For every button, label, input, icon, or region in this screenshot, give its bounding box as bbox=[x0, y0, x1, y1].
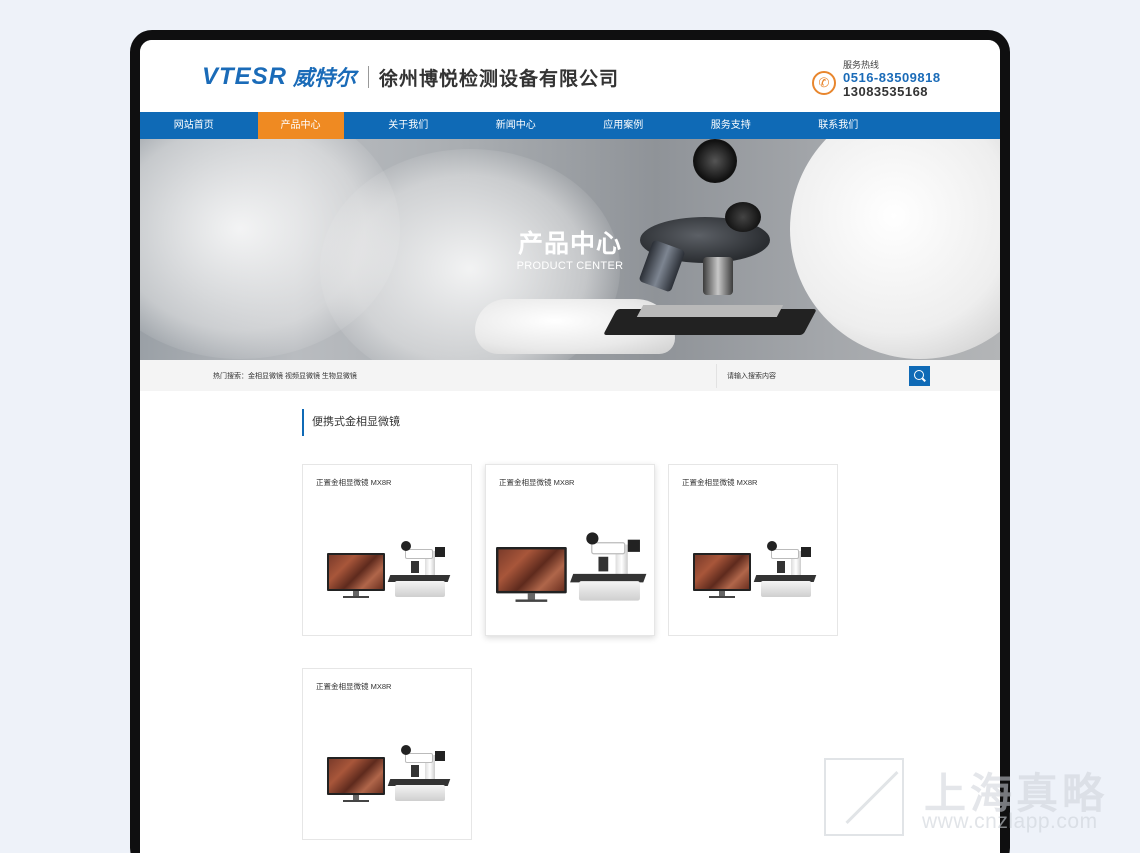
logo-divider bbox=[368, 66, 370, 88]
logo-cn: 威特尔 bbox=[293, 67, 357, 90]
product-microscope-head bbox=[405, 549, 433, 559]
product-microscope-head bbox=[405, 753, 433, 763]
page-banner: 产品中心 PRODUCT CENTER bbox=[140, 139, 1000, 360]
product-microscope bbox=[387, 745, 451, 803]
product-microscope-objective bbox=[777, 561, 785, 573]
product-monitor-base bbox=[343, 596, 369, 598]
logo-en: VTESR bbox=[202, 63, 288, 90]
nav-item-cases[interactable]: 应用案例 bbox=[570, 112, 678, 139]
product-microscope-base bbox=[761, 581, 811, 597]
product-microscope bbox=[387, 541, 451, 599]
product-microscope-eyepiece bbox=[401, 541, 411, 551]
product-monitor bbox=[693, 553, 751, 591]
search-icon-handle bbox=[922, 377, 926, 382]
banner-title: 产品中心 bbox=[517, 230, 622, 258]
product-microscope-objective bbox=[411, 561, 419, 573]
product-card[interactable]: 正置金相显微镜 MX8R bbox=[302, 668, 472, 840]
nav-item-home[interactable]: 网站首页 bbox=[140, 112, 248, 139]
hot-search-terms[interactable]: 金相显微镜 视频显微镜 生物显微镜 bbox=[248, 373, 357, 380]
product-microscope-camera bbox=[435, 751, 445, 761]
product-microscope-objective bbox=[411, 765, 419, 777]
product-microscope-camera bbox=[627, 539, 640, 552]
product-microscope-base bbox=[578, 581, 640, 601]
product-monitor-screen bbox=[695, 555, 749, 589]
phone-icon: ✆ bbox=[812, 71, 836, 95]
product-monitor-screen bbox=[329, 555, 383, 589]
product-card[interactable]: 正置金相显微镜 MX8R bbox=[668, 464, 838, 636]
search-button[interactable] bbox=[909, 366, 930, 386]
product-monitor-base bbox=[343, 800, 369, 802]
product-title: 正置金相显微镜 MX8R bbox=[316, 682, 392, 691]
hot-search-label: 热门搜索： bbox=[213, 373, 248, 380]
product-monitor bbox=[327, 553, 385, 591]
product-microscope-head bbox=[771, 549, 799, 559]
browser-screen: VTESR 威特尔 徐州博悦检测设备有限公司 ✆ 服务热线 0516-83509… bbox=[140, 40, 1000, 853]
search-box bbox=[716, 364, 930, 388]
nav-item-news[interactable]: 新闻中心 bbox=[462, 112, 570, 139]
main-nav: 网站首页 产品中心 关于我们 新闻中心 应用案例 服务支持 联系我们 bbox=[140, 112, 1000, 139]
product-monitor-screen bbox=[329, 759, 383, 793]
product-microscope-eyepiece bbox=[401, 745, 411, 755]
product-microscope-objective bbox=[598, 556, 609, 572]
product-monitor bbox=[327, 757, 385, 795]
product-monitor-base bbox=[709, 596, 735, 598]
banner-microscope-stage-plate bbox=[636, 305, 784, 317]
product-microscope bbox=[753, 541, 817, 599]
product-microscope-head bbox=[591, 542, 626, 555]
nav-item-contact[interactable]: 联系我们 bbox=[785, 112, 893, 139]
product-monitor bbox=[496, 547, 567, 594]
product-monitor-base bbox=[515, 599, 548, 602]
product-microscope-camera bbox=[435, 547, 445, 557]
product-monitor-screen bbox=[498, 549, 565, 591]
search-input[interactable] bbox=[727, 368, 897, 384]
nav-item-about[interactable]: 关于我们 bbox=[355, 112, 463, 139]
hotline-phone-1: 0516-83509818 bbox=[843, 70, 941, 85]
company-name: 徐州博悦检测设备有限公司 bbox=[379, 68, 620, 90]
product-microscope bbox=[569, 532, 647, 603]
product-card[interactable]: 正置金相显微镜 MX8R bbox=[302, 464, 472, 636]
product-title: 正置金相显微镜 MX8R bbox=[499, 478, 575, 487]
product-microscope-base bbox=[395, 785, 445, 801]
nav-item-support[interactable]: 服务支持 bbox=[677, 112, 785, 139]
product-microscope-base bbox=[395, 581, 445, 597]
section-title: 便携式金相显微镜 bbox=[302, 409, 400, 436]
banner-subtitle: PRODUCT CENTER bbox=[516, 260, 624, 272]
product-microscope-eyepiece bbox=[586, 532, 599, 545]
hotline-phone-2: 13083535168 bbox=[843, 84, 929, 99]
site-header: VTESR 威特尔 徐州博悦检测设备有限公司 ✆ 服务热线 0516-83509… bbox=[140, 40, 1000, 112]
product-microscope-camera bbox=[801, 547, 811, 557]
search-bar: 热门搜索：金相显微镜 视频显微镜 生物显微镜 bbox=[140, 360, 1000, 391]
product-microscope-eyepiece bbox=[767, 541, 777, 551]
nav-item-products[interactable]: 产品中心 bbox=[257, 112, 344, 139]
logo[interactable]: VTESR 威特尔 徐州博悦检测设备有限公司 bbox=[202, 62, 619, 92]
product-title: 正置金相显微镜 MX8R bbox=[682, 478, 758, 487]
hotline: ✆ 服务热线 0516-83509818 13083535168 bbox=[812, 58, 952, 100]
product-title: 正置金相显微镜 MX8R bbox=[316, 478, 392, 487]
hot-search: 热门搜索：金相显微镜 视频显微镜 生物显微镜 bbox=[213, 371, 357, 381]
product-card[interactable]: 正置金相显微镜 MX8R bbox=[485, 464, 655, 636]
banner-microscope-knob bbox=[693, 139, 737, 183]
